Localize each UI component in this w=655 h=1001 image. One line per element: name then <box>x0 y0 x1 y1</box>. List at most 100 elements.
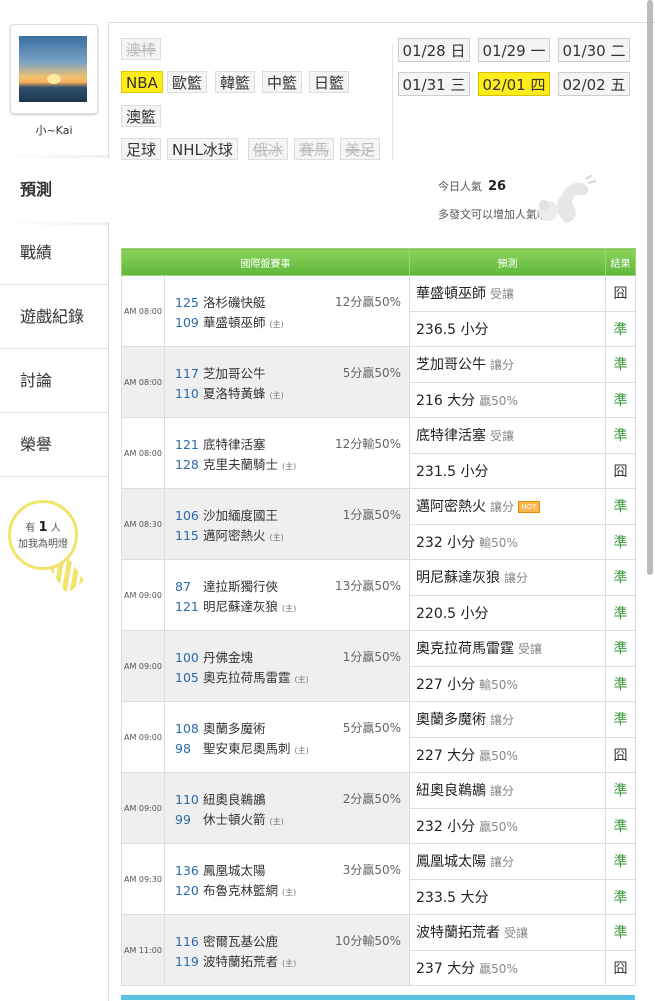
game-cell[interactable]: 87 達拉斯獨行俠 121 明尼蘇達灰狼 (主) 13分贏50% <box>164 559 410 631</box>
game-time: AM 08:00 <box>121 275 165 347</box>
league-aus-baseball: 澳棒 <box>121 38 162 60</box>
prediction-total[interactable]: 236.5 小分 <box>409 310 606 347</box>
prediction-total[interactable]: 227 大分 贏50% <box>409 736 606 773</box>
result-mark: 囧 <box>605 275 636 312</box>
game-cell[interactable]: 125 洛杉磯快艇 109 華盛頓巫師 (主) 12分贏50% <box>164 275 410 347</box>
avatar[interactable] <box>10 24 98 114</box>
game-time: AM 08:30 <box>121 488 165 560</box>
table-row: AM 09:00 100 丹佛金塊 105 奧克拉荷馬雷霆 (主) 1分贏50% 奧克拉荷馬… <box>121 630 636 702</box>
nav-honor[interactable]: 榮譽 <box>0 412 108 476</box>
league-euro-basketball[interactable]: 歐籃 <box>167 71 208 93</box>
prediction-total[interactable]: 232 小分 贏50% <box>409 807 606 844</box>
home-name: 夏洛特黃蜂 <box>203 386 266 401</box>
prediction-total[interactable]: 216 大分 贏50% <box>409 381 606 418</box>
prediction-side[interactable]: 底特律活塞 受讓 <box>409 417 606 454</box>
nav-record[interactable]: 戰績 <box>0 220 108 284</box>
prediction-total[interactable]: 231.5 小分 <box>409 452 606 489</box>
home-team: 99 休士頓火箭 (主) <box>175 809 284 828</box>
game-time: AM 11:00 <box>121 914 165 986</box>
away-score: 121 <box>175 437 199 452</box>
scrollbar[interactable] <box>647 0 653 575</box>
game-cell[interactable]: 116 密爾瓦基公鹿 119 波特蘭拓荒者 (主) 10分輸50% <box>164 914 410 986</box>
date-0130[interactable]: 01/30 二 <box>558 38 630 62</box>
league-japan-basketball[interactable]: 日籃 <box>309 71 350 93</box>
lightbulb-fans-badge[interactable]: 有 1 人 加我為明燈 <box>8 500 78 570</box>
date-0128[interactable]: 01/28 日 <box>398 38 470 62</box>
pick-total: 232 小分 <box>416 818 476 835</box>
away-team: 116 密爾瓦基公鹿 <box>175 931 278 950</box>
prediction-side[interactable]: 明尼蘇達灰狼 讓分 <box>409 559 606 596</box>
result-mark: 準 <box>605 807 636 844</box>
league-nhl[interactable]: NHL冰球 <box>167 138 238 160</box>
away-name: 底特律活塞 <box>203 437 266 452</box>
game-time: AM 09:00 <box>121 630 165 702</box>
prediction-side[interactable]: 邁阿密熱火 讓分 HOT <box>409 488 606 525</box>
spread-result: 10分輸50% <box>335 934 401 948</box>
date-0201[interactable]: 02/01 四 <box>478 72 550 96</box>
league-nba[interactable]: NBA <box>121 71 163 93</box>
home-team: 115 邁阿密熱火 (主) <box>175 525 284 544</box>
home-mark: (主) <box>282 888 297 897</box>
home-mark: (主) <box>269 320 284 329</box>
date-0129[interactable]: 01/29 一 <box>478 38 550 62</box>
pick-total: 237 大分 <box>416 960 476 977</box>
league-china-basketball[interactable]: 中籃 <box>262 71 303 93</box>
nav-predict[interactable]: 預測 <box>0 158 114 222</box>
game-cell[interactable]: 136 鳳凰城太陽 120 布魯克林籃網 (主) 3分贏50% <box>164 843 410 915</box>
result-mark: 準 <box>605 878 636 915</box>
spread-result: 12分贏50% <box>335 295 401 309</box>
prediction-side[interactable]: 芝加哥公牛 讓分 <box>409 346 606 383</box>
prediction-total[interactable]: 227 小分 輸50% <box>409 665 606 702</box>
bottom-bar <box>121 995 635 1000</box>
date-0131[interactable]: 01/31 三 <box>398 72 470 96</box>
home-team: 105 奧克拉荷馬雷霆 (主) <box>175 667 309 686</box>
nav-discussion[interactable]: 討論 <box>0 348 108 412</box>
home-score: 120 <box>175 883 199 898</box>
league-aus-basketball[interactable]: 澳籃 <box>121 105 162 127</box>
table-row: AM 09:00 110 紐奧良鵜鶘 99 休士頓火箭 (主) 2分贏50% 紐奧良鵜鶘 讓分… <box>121 772 636 844</box>
prediction-side[interactable]: 奧蘭多魔術 讓分 <box>409 701 606 738</box>
league-football[interactable]: 足球 <box>121 138 162 160</box>
away-team: 136 鳳凰城太陽 <box>175 860 266 879</box>
prediction-total[interactable]: 232 小分 輸50% <box>409 523 606 560</box>
prediction-side[interactable]: 紐奧良鵜鶘 讓分 <box>409 772 606 809</box>
table-row: AM 09:00 108 奧蘭多魔術 98 聖安東尼奧馬刺 (主) 5分贏50% 奧蘭多魔術… <box>121 701 636 773</box>
away-name: 丹佛金塊 <box>203 650 254 665</box>
away-score: 117 <box>175 366 199 381</box>
result-mark: 囧 <box>605 452 636 489</box>
game-time: AM 08:00 <box>121 346 165 418</box>
sidebar: 小~Kai 預測 戰績 遊戲紀錄 討論 榮譽 有 1 人 加我為明燈 <box>0 0 114 1000</box>
date-0202[interactable]: 02/02 五 <box>558 72 630 96</box>
prediction-side[interactable]: 波特蘭拓荒者 受讓 <box>409 914 606 951</box>
pick-note: 輸50% <box>479 677 518 692</box>
pick-total: 227 大分 <box>416 747 476 764</box>
pick-team: 邁阿密熱火 <box>416 499 486 516</box>
header-result: 結果 <box>605 248 636 276</box>
pick-team: 波特蘭拓荒者 <box>416 925 500 942</box>
prediction-side[interactable]: 奧克拉荷馬雷霆 受讓 <box>409 630 606 667</box>
spread-result: 12分輸50% <box>335 437 401 451</box>
home-mark: (主) <box>282 959 297 968</box>
game-cell[interactable]: 108 奧蘭多魔術 98 聖安東尼奧馬刺 (主) 5分贏50% <box>164 701 410 773</box>
game-cell[interactable]: 106 沙加緬度國王 115 邁阿密熱火 (主) 1分贏50% <box>164 488 410 560</box>
game-cell[interactable]: 100 丹佛金塊 105 奧克拉荷馬雷霆 (主) 1分贏50% <box>164 630 410 702</box>
league-korea-basketball[interactable]: 韓籃 <box>215 71 256 93</box>
username[interactable]: 小~Kai <box>0 122 108 138</box>
prediction-side[interactable]: 華盛頓巫師 受讓 <box>409 275 606 312</box>
table-row: AM 09:00 87 達拉斯獨行俠 121 明尼蘇達灰狼 (主) 13分贏50% 明尼蘇達… <box>121 559 636 631</box>
game-cell[interactable]: 117 芝加哥公牛 110 夏洛特黃蜂 (主) 5分贏50% <box>164 346 410 418</box>
home-score: 110 <box>175 386 199 401</box>
pick-note: 輸50% <box>479 535 518 550</box>
game-cell[interactable]: 110 紐奧良鵜鶘 99 休士頓火箭 (主) 2分贏50% <box>164 772 410 844</box>
popularity-value: 26 <box>488 179 507 194</box>
league-russia-hockey: 俄冰 <box>248 138 289 160</box>
result-mark: 準 <box>605 630 636 667</box>
spread-result: 5分贏50% <box>342 721 401 735</box>
prediction-total[interactable]: 233.5 大分 <box>409 878 606 915</box>
game-cell[interactable]: 121 底特律活塞 128 克里夫蘭騎士 (主) 12分輸50% <box>164 417 410 489</box>
prediction-total[interactable]: 237 大分 贏50% <box>409 949 606 986</box>
prediction-total[interactable]: 220.5 小分 <box>409 594 606 631</box>
hot-badge-icon: HOT <box>518 501 541 514</box>
prediction-side[interactable]: 鳳凰城太陽 讓分 <box>409 843 606 880</box>
nav-game-log[interactable]: 遊戲紀錄 <box>0 284 108 348</box>
